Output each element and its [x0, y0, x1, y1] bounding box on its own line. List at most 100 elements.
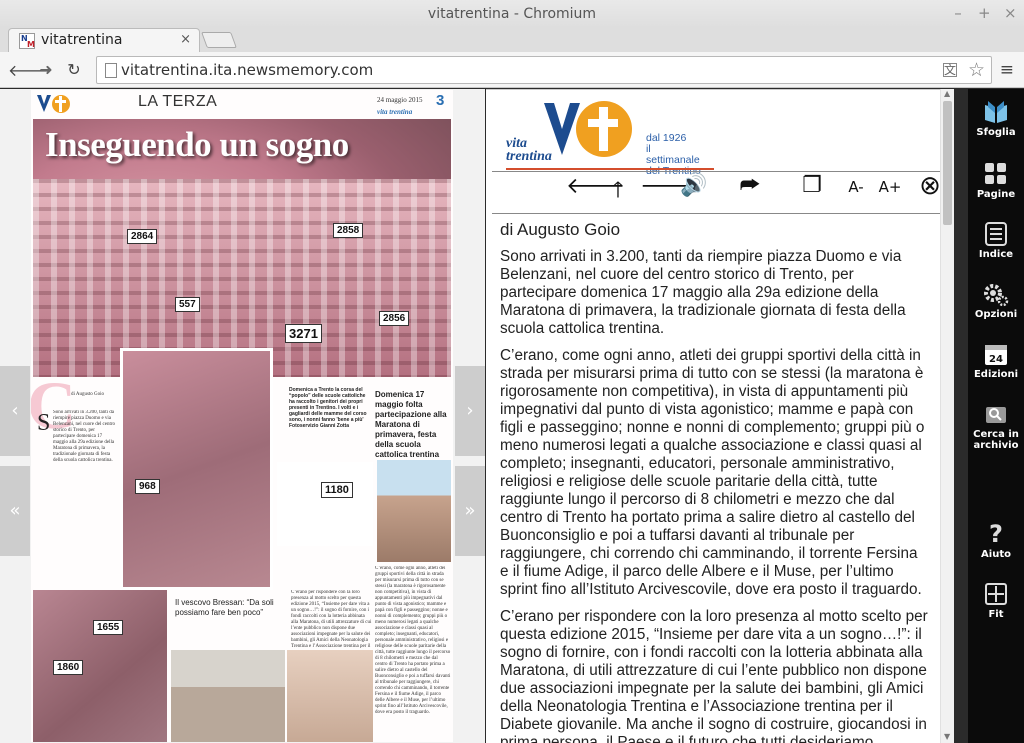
page-header: LA TERZA 24 maggio 2015 3 vita trentina [31, 90, 453, 118]
calendar-day: 24 [989, 354, 1003, 365]
search-archive-icon [986, 407, 1006, 423]
last-page-button[interactable]: » [455, 466, 485, 556]
divider [486, 89, 954, 90]
bib-label: 2856 [379, 311, 410, 326]
bib-label: 1860 [53, 660, 84, 675]
page-byline: di Augusto Goio [71, 392, 105, 397]
right-sidebar: Sfoglia Pagine Indice Opzioni 24 Edizion… [968, 89, 1024, 743]
share-icon[interactable]: ⮫ [736, 173, 764, 198]
font-larger-button[interactable]: A+ [876, 178, 904, 196]
divider [492, 171, 952, 172]
sidebar-item-label: Sfoglia [976, 127, 1016, 138]
tab-title: vitatrentina [41, 32, 123, 48]
prev-page-button[interactable]: ‹ [0, 366, 30, 456]
page-viewer: LA TERZA 24 maggio 2015 3 vita trentina … [0, 89, 485, 743]
window-titlebar: vitatrentina - Chromium – + × [0, 0, 1024, 28]
up-arrow-icon[interactable]: 🡑 [604, 173, 632, 211]
bib-label: 1655 [93, 620, 124, 635]
sidebar-item-label: Pagine [976, 189, 1016, 200]
article-text-column: C’erano per rispondere con la loro prese… [291, 590, 372, 649]
tab-vitatrentina[interactable]: NM vitatrentina × [8, 28, 200, 52]
close-window-button[interactable]: × [1004, 4, 1017, 22]
page-headline: Inseguendo un sogno [45, 125, 349, 164]
minimize-button[interactable]: – [952, 4, 964, 22]
forward-arrow-icon[interactable]: ➜ [36, 60, 56, 79]
inset-photo-street [377, 460, 451, 562]
vt-small-logo-icon [37, 95, 70, 113]
logo-wordmark: vita trentina [506, 137, 552, 164]
first-page-button[interactable]: « [0, 466, 30, 556]
calendar-icon: 24 [985, 345, 1007, 365]
bib-label: 557 [175, 297, 200, 312]
newspaper-page[interactable]: LA TERZA 24 maggio 2015 3 vita trentina … [31, 90, 453, 742]
caption-text: Domenica a Trento la corsa del “popolo” … [289, 387, 367, 423]
bib-label: 1180 [321, 482, 353, 498]
sidebar-item-fit[interactable]: Fit [968, 581, 1024, 620]
help-icon: ? [989, 520, 1003, 548]
url-input[interactable] [121, 60, 941, 80]
newsmemory-favicon-icon: NM [19, 33, 35, 49]
book-icon [985, 101, 1007, 123]
font-smaller-button[interactable]: A- [842, 178, 870, 196]
main-photo: 2864 2858 557 3271 2856 Inseguendo un so… [33, 119, 451, 377]
fit-icon [985, 583, 1007, 605]
sidebar-item-label: Fit [988, 609, 1004, 620]
scrollbar-thumb[interactable] [943, 101, 952, 225]
copy-icon[interactable]: ❐ [798, 173, 826, 198]
maximize-button[interactable]: + [978, 4, 991, 22]
page-date: 24 maggio 2015 [377, 96, 423, 104]
address-bar[interactable]: 文 ☆ [96, 56, 992, 84]
bib-label: 2864 [127, 229, 158, 244]
bottom-photo-group [171, 650, 285, 742]
window-title: vitatrentina - Chromium [427, 6, 597, 22]
page-number: 3 [436, 92, 445, 109]
sidebar-item-pagine[interactable]: Pagine [968, 161, 1024, 200]
article-body: di Augusto Goio Sono arrivati in 3.200, … [500, 219, 930, 743]
prev-article-arrow-icon[interactable]: 🡐 [566, 173, 625, 199]
browser-toolbar: 🡐 ➜ ↻ 文 ☆ ≡ [0, 52, 1024, 88]
sidebar-item-opzioni[interactable]: Opzioni [968, 281, 1024, 320]
new-tab-button[interactable] [201, 32, 237, 48]
scroll-up-icon[interactable]: ▲ [944, 89, 950, 98]
sidebar-item-label: Indice [978, 249, 1014, 260]
bib-label: 968 [135, 479, 160, 494]
reader-scrollbar[interactable]: ▲ ▼ [940, 89, 954, 743]
article-text-column: Sono arrivati in 3.200, tanti da riempir… [53, 410, 116, 463]
section-name: LA TERZA [138, 93, 218, 110]
reload-icon[interactable]: ↻ [64, 60, 84, 79]
logo-word: trentina [506, 149, 552, 164]
bib-label: 2858 [333, 223, 364, 238]
next-page-button[interactable]: › [455, 366, 485, 456]
sidebar-item-cerca-archivio[interactable]: Cerca in archivio [968, 401, 1024, 451]
sidebar-item-label: Opzioni [974, 309, 1018, 320]
sidebar-item-sfoglia[interactable]: Sfoglia [968, 99, 1024, 138]
divider [492, 213, 952, 214]
article-byline: di Augusto Goio [500, 220, 621, 239]
sidebar-item-edizioni[interactable]: 24 Edizioni [968, 341, 1024, 380]
audio-speaker-icon[interactable]: 🔊 [680, 173, 708, 198]
browser-menu-icon[interactable]: ≡ [1000, 60, 1014, 80]
scroll-down-icon[interactable]: ▼ [944, 732, 950, 741]
bishop-subheadline: Il vescovo Bressan: “Da soli possiamo fa… [175, 598, 274, 617]
tagline-line: dal 1926 [646, 132, 687, 144]
tagline-line: il settimanale [646, 143, 700, 166]
sidebar-item-aiuto[interactable]: ? Aiuto [968, 521, 1024, 560]
bookmark-star-icon[interactable]: ☆ [968, 59, 985, 81]
window-controls: – + × [952, 4, 1016, 22]
page-brand: vita trentina [377, 108, 413, 116]
app-area: LA TERZA 24 maggio 2015 3 vita trentina … [0, 89, 1024, 743]
sidebar-item-label: Cerca in archivio [973, 429, 1019, 451]
article-paragraph: C’erano per rispondere con la loro prese… [500, 608, 928, 743]
page-subheadline: Domenica 17 maggio folta partecipazione … [375, 390, 447, 459]
back-arrow-icon[interactable]: 🡐 [8, 60, 51, 80]
photo-credit: Fotoservizio Gianni Zotta [289, 423, 350, 429]
gear-icon [984, 284, 1009, 307]
translate-icon[interactable]: 文 [943, 63, 957, 77]
sidebar-item-indice[interactable]: Indice [968, 221, 1024, 260]
article-reader: vita trentina dal 1926 il settimanale de… [486, 89, 954, 743]
tab-close-icon[interactable]: × [180, 32, 191, 47]
logo-underline [506, 168, 714, 170]
next-article-arrow-icon[interactable]: 🡒 [640, 173, 699, 199]
photo-caption: Domenica a Trento la corsa del “popolo” … [289, 387, 371, 429]
sidebar-item-label: Edizioni [973, 369, 1019, 380]
